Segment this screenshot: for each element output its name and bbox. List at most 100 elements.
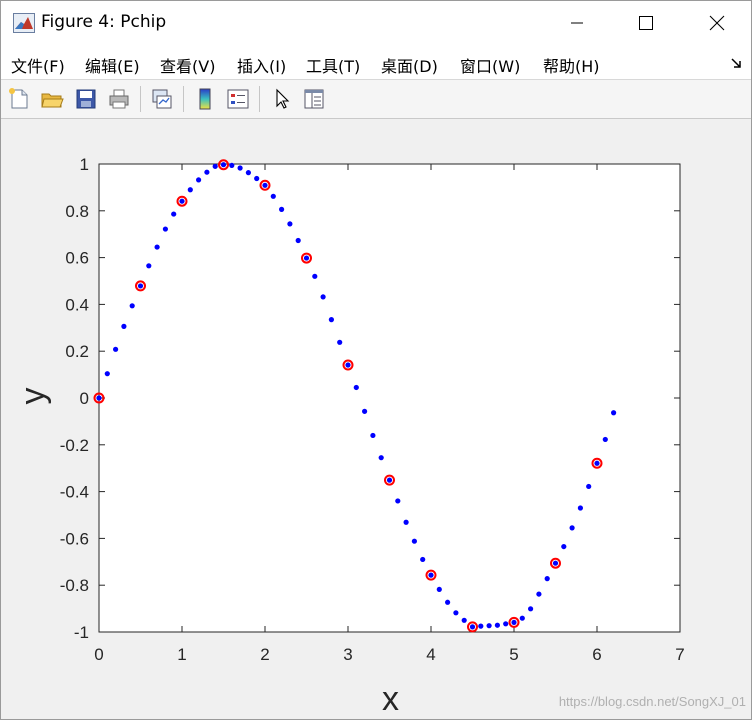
data-point-interp[interactable] — [411, 538, 417, 544]
data-point-interp[interactable] — [113, 346, 119, 352]
data-point-interp[interactable] — [146, 263, 152, 269]
data-point-interp[interactable] — [121, 323, 127, 329]
menu-insert[interactable]: 插入(I) — [237, 53, 286, 77]
data-point-interp[interactable] — [478, 623, 484, 629]
minimize-button[interactable] — [554, 1, 600, 45]
data-point-interp[interactable] — [328, 317, 334, 323]
data-point-interp[interactable] — [469, 624, 476, 630]
data-point-interp[interactable] — [154, 244, 160, 250]
property-inspector-button[interactable] — [300, 85, 328, 113]
data-point-interp[interactable] — [237, 165, 243, 171]
menu-desktop[interactable]: 桌面(D) — [381, 53, 438, 77]
toolbar-separator — [140, 86, 141, 112]
data-point-interp[interactable] — [362, 408, 368, 414]
data-point-interp[interactable] — [320, 294, 326, 300]
data-point-interp[interactable] — [577, 505, 584, 511]
data-point-interp[interactable] — [503, 621, 509, 627]
data-point-interp[interactable] — [295, 237, 301, 244]
data-point-interp[interactable] — [220, 162, 227, 168]
data-point-interp[interactable] — [403, 519, 409, 525]
menu-help[interactable]: 帮助(H) — [543, 53, 600, 77]
data-point-interp[interactable] — [303, 255, 310, 261]
menu-bar: 文件(F) 编辑(E) 查看(V) 插入(I) 工具(T) 桌面(D) 窗口(W… — [1, 45, 751, 80]
data-point-interp[interactable] — [428, 572, 434, 578]
data-point-interp[interactable] — [345, 362, 351, 368]
data-point-interp[interactable] — [486, 623, 492, 629]
data-point-interp[interactable] — [544, 576, 550, 582]
data-point-interp[interactable] — [511, 619, 517, 626]
data-point-interp[interactable] — [519, 615, 525, 621]
data-point-interp[interactable] — [337, 339, 343, 345]
dock-arrow-icon[interactable] — [731, 57, 743, 69]
data-point-interp[interactable] — [254, 175, 260, 182]
y-tick-label: -0.6 — [60, 529, 89, 548]
data-point-interp[interactable] — [536, 591, 542, 597]
data-point-interp[interactable] — [179, 198, 185, 204]
data-point-interp[interactable] — [229, 162, 235, 169]
data-point-interp[interactable] — [386, 477, 393, 483]
open-file-button[interactable] — [38, 85, 66, 113]
maximize-button[interactable] — [623, 1, 669, 45]
data-point-interp[interactable] — [561, 543, 567, 550]
y-tick-label: -0.2 — [60, 436, 89, 455]
insert-colorbar-button[interactable] — [191, 85, 219, 113]
insert-colorbar-icon — [199, 88, 211, 110]
print-button[interactable] — [105, 85, 133, 113]
data-point-interp[interactable] — [528, 606, 534, 612]
data-point-interp[interactable] — [312, 273, 318, 279]
edit-plot-button[interactable] — [268, 85, 296, 113]
close-button[interactable] — [694, 1, 740, 45]
data-point-interp[interactable] — [171, 211, 177, 217]
data-point-interp[interactable] — [494, 622, 500, 628]
y-tick-label: -0.8 — [60, 576, 89, 595]
data-point-interp[interactable] — [370, 432, 376, 439]
save-button[interactable] — [72, 85, 100, 113]
plot-area[interactable] — [99, 164, 680, 632]
data-point-interp[interactable] — [353, 384, 359, 391]
data-point-interp[interactable] — [129, 303, 135, 309]
data-point-interp[interactable] — [104, 371, 110, 377]
data-point-interp[interactable] — [420, 556, 426, 563]
print-icon — [109, 89, 129, 109]
data-point-interp[interactable] — [445, 599, 451, 605]
menu-view[interactable]: 查看(V) — [160, 53, 215, 77]
data-point-interp[interactable] — [586, 483, 592, 490]
data-point-interp[interactable] — [162, 226, 168, 232]
data-point-interp[interactable] — [204, 169, 210, 175]
data-point-interp[interactable] — [196, 177, 202, 183]
data-point-interp[interactable] — [137, 283, 144, 289]
data-point-interp[interactable] — [262, 182, 268, 188]
data-point-interp[interactable] — [212, 163, 218, 169]
menu-edit[interactable]: 编辑(E) — [85, 53, 140, 77]
x-tick-label: 1 — [177, 645, 186, 664]
x-tick-label: 3 — [343, 645, 352, 664]
y-tick-label: 0.4 — [65, 295, 89, 314]
data-point-interp[interactable] — [569, 525, 575, 531]
menu-window[interactable]: 窗口(W) — [460, 53, 520, 77]
data-point-interp[interactable] — [378, 455, 384, 461]
data-point-interp[interactable] — [270, 193, 276, 199]
data-point-interp[interactable] — [187, 187, 193, 193]
data-point-interp[interactable] — [245, 170, 251, 176]
data-point-interp[interactable] — [552, 560, 559, 566]
data-point-interp[interactable] — [611, 410, 617, 416]
figure-toolbar — [1, 80, 751, 119]
menu-file[interactable]: 文件(F) — [11, 53, 65, 77]
new-figure-button[interactable] — [5, 85, 33, 113]
x-tick-label: 4 — [426, 645, 435, 664]
data-point-interp[interactable] — [96, 395, 102, 401]
title-bar[interactable]: Figure 4: Pchip — [1, 1, 751, 45]
data-point-interp[interactable] — [279, 206, 285, 212]
data-point-interp[interactable] — [594, 460, 600, 466]
data-point-interp[interactable] — [436, 586, 442, 593]
menu-tools[interactable]: 工具(T) — [306, 53, 360, 77]
data-point-interp[interactable] — [602, 436, 608, 443]
data-point-interp[interactable] — [395, 498, 401, 504]
link-plot-button[interactable] — [148, 85, 176, 113]
data-point-interp[interactable] — [461, 617, 467, 623]
data-point-interp[interactable] — [453, 610, 459, 616]
insert-legend-button[interactable] — [224, 85, 252, 113]
save-icon — [76, 89, 96, 109]
data-point-interp[interactable] — [287, 221, 293, 227]
chart[interactable]: 0 1 2 3 4 5 6 7 -1 -0.8 -0.6 -0.4 -0.2 0 0.2 0.4 0.6 0.8 1… — [0, 118, 750, 718]
